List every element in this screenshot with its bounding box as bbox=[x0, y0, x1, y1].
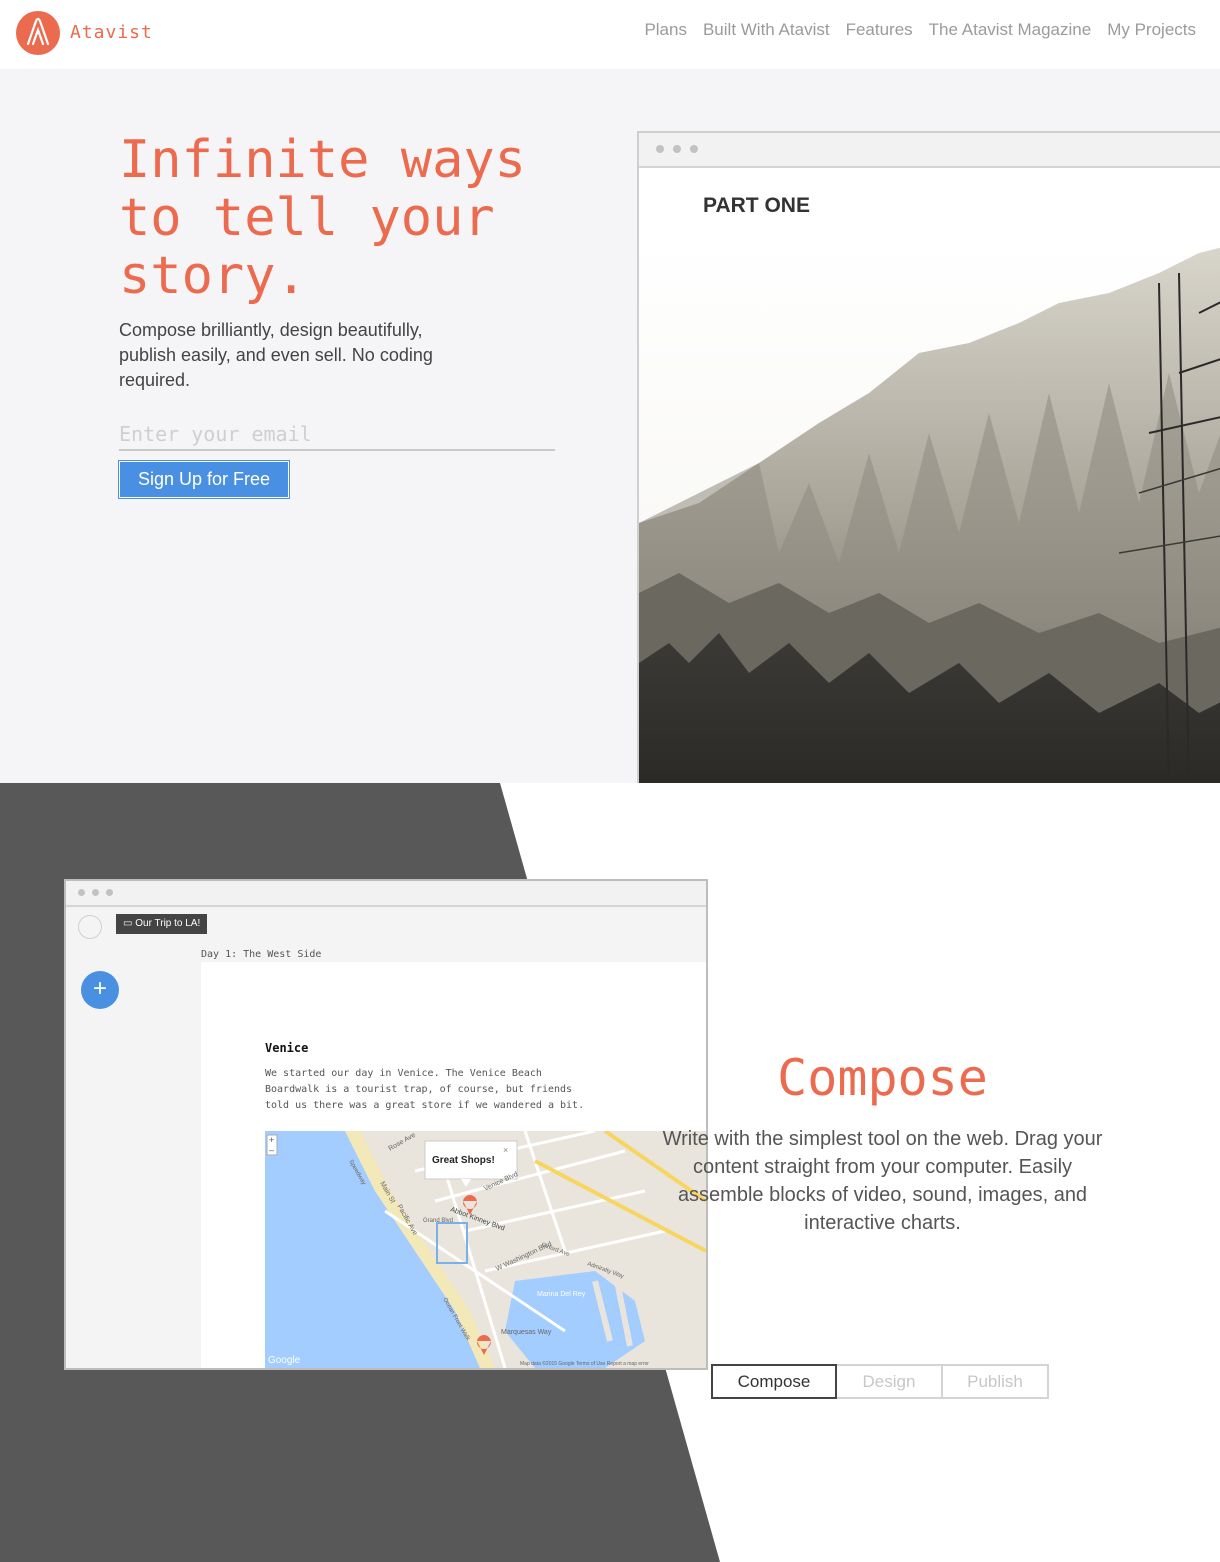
svg-text:+: + bbox=[269, 1135, 274, 1145]
editor-sidebar bbox=[66, 940, 201, 1368]
hero-section: Infinite ways to tell your story. Compos… bbox=[0, 69, 1220, 783]
window-chrome bbox=[639, 133, 1220, 168]
keyboard-icon: ▭ bbox=[123, 918, 136, 929]
project-tag[interactable]: ▭ Our Trip to LA! bbox=[116, 914, 208, 934]
tab-compose[interactable]: Compose bbox=[711, 1364, 837, 1399]
window-dot-icon bbox=[78, 889, 85, 896]
block-title[interactable]: Venice bbox=[265, 1041, 308, 1055]
editor-window: ▭ Our Trip to LA! Day 1: The West Side +… bbox=[64, 879, 708, 1370]
window-dot-icon bbox=[106, 889, 113, 896]
signup-button[interactable]: Sign Up for Free bbox=[119, 461, 289, 498]
hero-title: Infinite ways to tell your story. bbox=[119, 130, 526, 306]
block-text[interactable]: We started our day in Venice. The Venice… bbox=[265, 1066, 595, 1114]
compose-description: Write with the simplest tool on the web.… bbox=[662, 1128, 1103, 1234]
section-label: Day 1: The West Side bbox=[201, 949, 322, 960]
window-dot-icon bbox=[673, 145, 681, 153]
map-brand-logo: Google bbox=[268, 1355, 301, 1366]
map-label: Marquesas Way bbox=[501, 1329, 552, 1336]
editor-logo-icon[interactable] bbox=[78, 915, 102, 939]
tab-design[interactable]: Design bbox=[835, 1364, 943, 1399]
map-label: Grand Blvd bbox=[423, 1218, 453, 1224]
site-header: Atavist Plans Built With Atavist Feature… bbox=[0, 0, 1220, 69]
email-input[interactable] bbox=[119, 419, 555, 451]
map-embed[interactable]: + – Great Shops! × Rose Ave Main St Paci… bbox=[265, 1131, 706, 1368]
map-popup-label: Great Shops! bbox=[432, 1155, 495, 1166]
brand-name[interactable]: Atavist bbox=[70, 22, 153, 43]
window-dot-icon bbox=[690, 145, 698, 153]
compose-section: ▭ Our Trip to LA! Day 1: The West Side +… bbox=[0, 783, 1220, 1562]
nav-my-projects[interactable]: My Projects bbox=[1107, 20, 1196, 40]
nav-plans[interactable]: Plans bbox=[644, 20, 687, 40]
mountain-photo bbox=[639, 233, 1220, 783]
window-dot-icon bbox=[92, 889, 99, 896]
feature-tabs: Compose Design Publish bbox=[711, 1364, 1049, 1399]
add-block-button[interactable]: + bbox=[81, 971, 119, 1009]
atavist-logo-icon[interactable] bbox=[16, 11, 60, 55]
nav-built-with-atavist[interactable]: Built With Atavist bbox=[703, 20, 830, 40]
chapter-heading: PART ONE bbox=[703, 194, 810, 217]
map-label: Marina Del Rey bbox=[537, 1291, 586, 1298]
svg-text:×: × bbox=[503, 1145, 508, 1155]
story-preview-window: PART ONE bbox=[637, 131, 1220, 783]
nav-features[interactable]: Features bbox=[846, 20, 913, 40]
map-footer: Map data ©2015 Google Terms of Use Repor… bbox=[520, 1360, 649, 1367]
tab-publish[interactable]: Publish bbox=[941, 1364, 1049, 1399]
nav-atavist-magazine[interactable]: The Atavist Magazine bbox=[929, 20, 1092, 40]
top-nav: Plans Built With Atavist Features The At… bbox=[644, 20, 1196, 40]
hero-subtitle: Compose brilliantly, design beautifully,… bbox=[119, 320, 433, 390]
compose-title: Compose bbox=[777, 1049, 988, 1107]
window-chrome bbox=[66, 881, 706, 907]
window-dot-icon bbox=[656, 145, 664, 153]
project-tag-label: Our Trip to LA! bbox=[135, 918, 201, 929]
svg-text:–: – bbox=[269, 1145, 274, 1155]
